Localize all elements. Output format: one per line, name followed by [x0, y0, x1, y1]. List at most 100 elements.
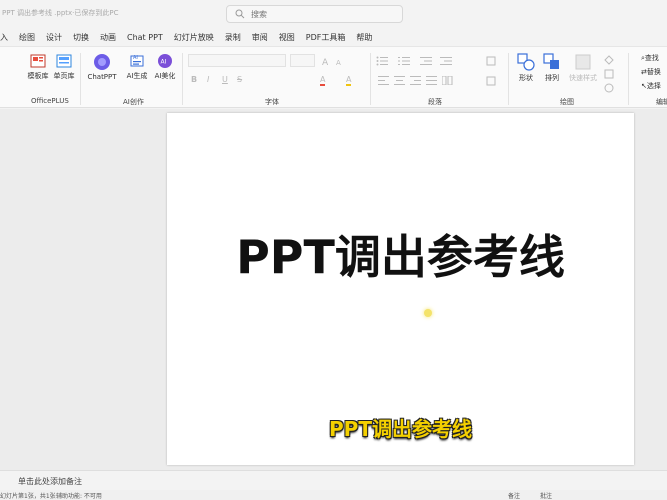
ai-generate-label: AI生成: [126, 72, 148, 80]
arrange-button[interactable]: 排列: [541, 53, 563, 83]
increase-font-icon[interactable]: A: [321, 55, 333, 67]
ribbon: 模板库 单页库 OfficePLUS ChatPPT AI AI生成 AI AI…: [0, 46, 667, 108]
template-library-label: 模板库: [27, 72, 49, 80]
indent-decrease-icon[interactable]: [420, 56, 432, 66]
search-input[interactable]: [251, 8, 391, 20]
single-page-library-button[interactable]: 单页库: [52, 53, 76, 81]
ai-beautify-icon: AI: [158, 54, 172, 68]
template-library-button[interactable]: 模板库: [26, 53, 50, 81]
single-page-library-label: 单页库: [53, 72, 75, 80]
ribbon-separator: [182, 53, 183, 105]
cursor-highlight: [424, 309, 432, 317]
chatppt-button[interactable]: ChatPPT: [85, 53, 119, 81]
align-text-icon[interactable]: [486, 76, 496, 86]
svg-text:AI: AI: [133, 55, 138, 61]
strikethrough-button[interactable]: S: [237, 75, 242, 84]
notes-toggle-button[interactable]: 备注: [508, 491, 520, 500]
svg-text:AI: AI: [161, 59, 167, 66]
tab-help[interactable]: 帮助: [356, 32, 372, 43]
italic-button[interactable]: I: [207, 75, 209, 84]
bullets-icon[interactable]: [376, 56, 388, 66]
tab-draw[interactable]: 绘图: [19, 32, 35, 43]
justify-icon[interactable]: [426, 76, 437, 85]
slide-canvas[interactable]: PPT调出参考线 PPT调出参考线: [167, 113, 634, 465]
bold-button[interactable]: B: [191, 75, 197, 84]
decrease-font-icon[interactable]: A: [335, 55, 347, 67]
tab-record[interactable]: 录制: [225, 32, 241, 43]
font-color-button[interactable]: A: [320, 75, 326, 86]
align-center-icon[interactable]: [394, 76, 405, 85]
tab-view[interactable]: 视图: [279, 32, 295, 43]
replace-button[interactable]: ⇄替换: [641, 67, 661, 77]
tab-pdf-tools[interactable]: PDF工具箱: [306, 32, 346, 43]
video-subtitle: PPT调出参考线: [329, 417, 472, 441]
highlight-button[interactable]: A: [346, 75, 352, 86]
tab-design[interactable]: 设计: [46, 32, 62, 43]
tab-transitions[interactable]: 切换: [73, 32, 89, 43]
ai-generate-button[interactable]: AI AI生成: [124, 53, 150, 81]
columns-icon[interactable]: [442, 76, 453, 85]
group-label-paragraph: 段落: [428, 98, 442, 106]
shapes-button[interactable]: 形状: [515, 53, 537, 83]
window-title: PPT 调出参考线 .pptx·已保存到此PC: [2, 9, 119, 17]
align-left-icon[interactable]: [378, 76, 389, 85]
find-label: 查找: [644, 54, 659, 62]
slide-title[interactable]: PPT调出参考线: [167, 221, 634, 287]
group-label-font: 字体: [265, 98, 279, 106]
shapes-icon: [517, 53, 535, 71]
select-label: 选择: [646, 82, 661, 90]
indent-increase-icon[interactable]: [440, 56, 452, 66]
search-box[interactable]: [226, 5, 403, 23]
quick-styles-label: 快速样式: [569, 74, 597, 82]
align-right-icon[interactable]: [410, 76, 421, 85]
search-icon: [235, 9, 245, 19]
tab-insert[interactable]: 入: [0, 32, 8, 43]
title-bar: PPT 调出参考线 .pptx·已保存到此PC: [0, 0, 667, 28]
ai-beautify-label: AI美化: [154, 72, 176, 80]
ribbon-separator: [508, 53, 509, 105]
ribbon-separator: [80, 53, 81, 105]
svg-text:A: A: [336, 59, 341, 67]
group-label-ai: AI创作: [123, 98, 144, 106]
tab-slideshow[interactable]: 幻灯片放映: [174, 32, 214, 43]
slide-counter: 幻灯片第1张，共1张: [0, 493, 56, 500]
quick-styles-button[interactable]: 快速样式: [566, 53, 600, 83]
tab-chatppt[interactable]: Chat PPT: [127, 33, 163, 42]
ribbon-tabs: 入 绘图 设计 切换 动画 Chat PPT 幻灯片放映 录制 审阅 视图 PD…: [0, 29, 667, 45]
group-label-edit: 编辑: [656, 98, 667, 106]
numbering-icon[interactable]: [398, 56, 410, 66]
shape-effects-icon[interactable]: [604, 83, 616, 93]
group-label-officeplus: OfficePLUS: [31, 97, 69, 105]
shape-outline-icon[interactable]: [604, 69, 616, 79]
comments-toggle-button[interactable]: 批注: [540, 491, 552, 500]
svg-text:A: A: [322, 58, 329, 67]
select-button[interactable]: ↖选择: [641, 81, 661, 91]
replace-label: 替换: [646, 68, 661, 76]
ai-generate-icon: AI: [130, 55, 144, 67]
slide-workspace[interactable]: PPT调出参考线 PPT调出参考线: [0, 109, 667, 470]
quick-styles-icon: [575, 54, 591, 70]
text-direction-icon[interactable]: [486, 56, 496, 66]
status-bar: 幻灯片第1张，共1张 辅助功能: 不可用 备注 批注: [0, 490, 667, 500]
shape-fill-icon[interactable]: [604, 55, 616, 65]
page-icon: [56, 54, 72, 68]
font-family-select[interactable]: [188, 54, 286, 67]
group-label-drawing: 绘图: [560, 98, 574, 106]
underline-button[interactable]: U: [222, 75, 228, 84]
chatppt-icon: [94, 54, 110, 70]
arrange-label: 排列: [545, 74, 559, 82]
find-button[interactable]: ⌕查找: [641, 53, 659, 63]
notes-placeholder: 单击此处添加备注: [18, 477, 82, 486]
font-size-select[interactable]: [290, 54, 315, 67]
tab-review[interactable]: 审阅: [252, 32, 268, 43]
ribbon-separator: [370, 53, 371, 105]
template-icon: [30, 54, 46, 68]
ai-beautify-button[interactable]: AI AI美化: [152, 53, 178, 81]
tab-animations[interactable]: 动画: [100, 32, 116, 43]
arrange-icon: [543, 53, 559, 69]
chatppt-label: ChatPPT: [87, 73, 117, 81]
shapes-label: 形状: [519, 74, 533, 82]
accessibility-status[interactable]: 辅助功能: 不可用: [56, 491, 102, 500]
notes-pane[interactable]: 单击此处添加备注: [0, 470, 667, 490]
ribbon-separator: [628, 53, 629, 105]
